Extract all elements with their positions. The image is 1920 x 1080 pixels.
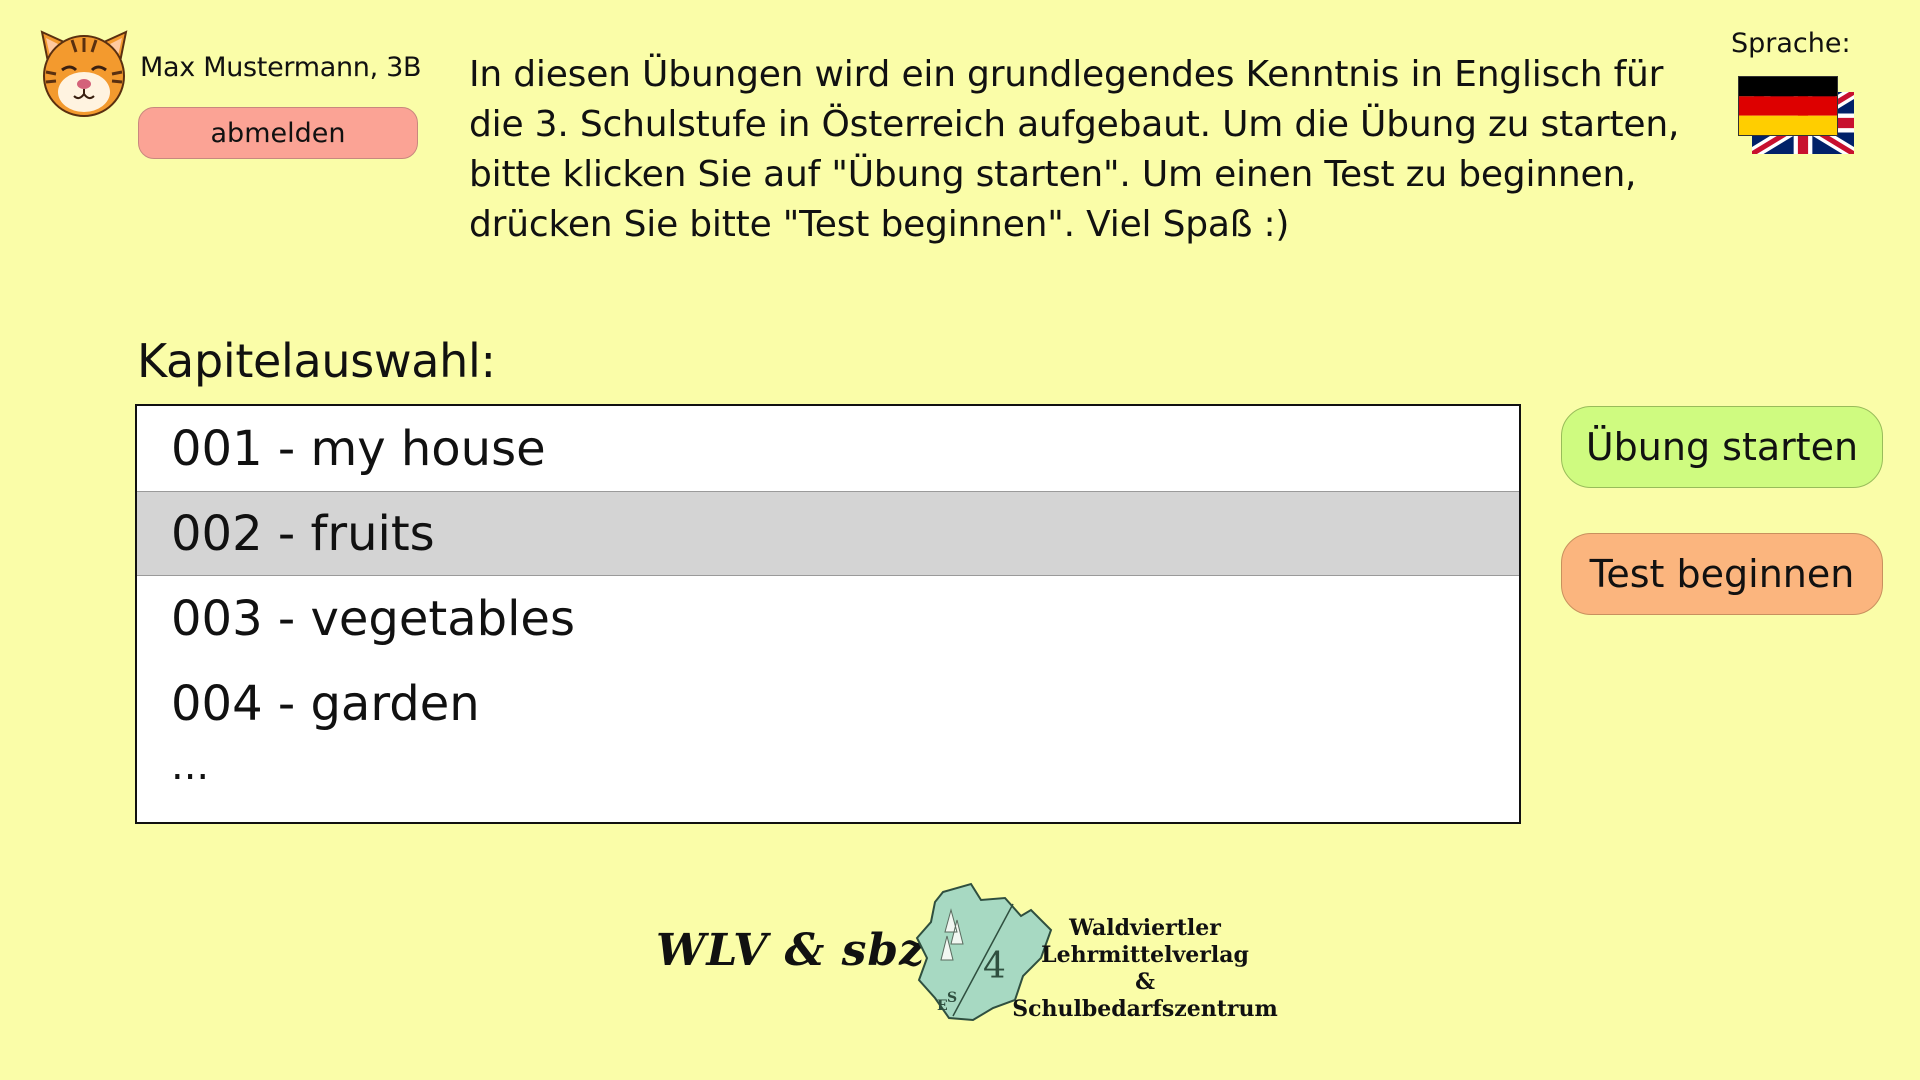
logout-button[interactable]: abmelden (138, 107, 418, 159)
svg-text:S: S (947, 990, 957, 1006)
publisher-ampersand: & (1135, 969, 1155, 995)
chapter-item[interactable]: 003 - vegetables (137, 576, 1519, 661)
publisher-line-3: Schulbedarfszentrum (1012, 996, 1278, 1022)
chapter-list-more: ... (171, 743, 210, 789)
wlv-sbz-logo: WLV & sbz (656, 925, 926, 976)
start-test-button[interactable]: Test beginnen (1561, 533, 1883, 615)
chapter-item-selected[interactable]: 002 - fruits (137, 491, 1519, 576)
svg-text:4: 4 (983, 946, 1006, 987)
chapter-list[interactable]: 001 - my house 002 - fruits 003 - vegeta… (135, 404, 1521, 824)
publisher-line-2: Lehrmittelverlag (1041, 942, 1249, 968)
tiger-avatar-icon (40, 30, 128, 117)
language-label: Sprache: (1731, 28, 1851, 59)
user-name: Max Mustermann, 3B (140, 52, 422, 83)
language-switcher[interactable] (1738, 76, 1854, 156)
publisher-line-1: Waldviertler (1069, 915, 1221, 941)
german-flag-icon[interactable] (1738, 76, 1838, 136)
chapter-item[interactable]: 001 - my house (137, 406, 1519, 491)
chapter-item[interactable]: 004 - garden (137, 661, 1519, 746)
start-exercise-button[interactable]: Übung starten (1561, 406, 1883, 488)
intro-text: In diesen Übungen wird ein grundlegendes… (469, 54, 1680, 245)
publisher-logo-text: Waldviertler Lehrmittelverlag & Schulbed… (1010, 915, 1280, 1023)
chapter-heading: Kapitelauswahl: (137, 334, 496, 388)
